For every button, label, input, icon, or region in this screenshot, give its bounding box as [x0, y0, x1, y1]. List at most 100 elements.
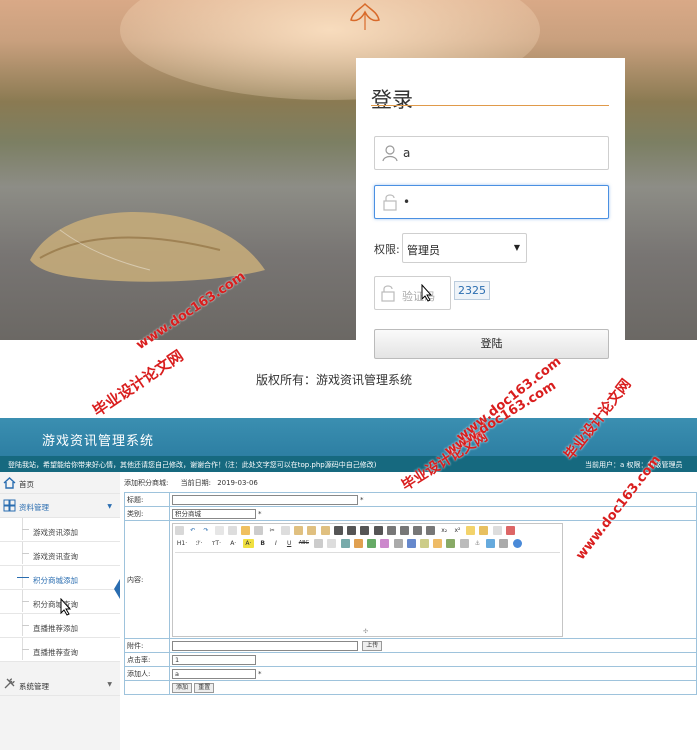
sidebar-item-game-news-add[interactable]: 游戏资讯添加 [0, 518, 120, 542]
outdent-icon[interactable] [426, 525, 436, 535]
password-value: • [403, 195, 411, 209]
font-family-icon[interactable]: ℱ· [193, 539, 205, 548]
code-block-icon[interactable] [459, 538, 469, 548]
underline-icon[interactable]: U [285, 539, 294, 548]
user-info: 当前用户：a 权限：超级管理员 [585, 460, 683, 470]
clicks-label: 点击率: [124, 652, 170, 667]
source-icon[interactable] [175, 525, 184, 535]
added-by-input[interactable]: a [172, 668, 256, 679]
undo-icon[interactable]: ↶ [188, 526, 197, 535]
username-field[interactable]: a [374, 136, 609, 170]
added-by-label: 添加人: [124, 666, 170, 681]
sidebar-item-data-management[interactable]: 资料管理 ▼ [0, 494, 120, 518]
captcha-field[interactable]: 验证码 [374, 276, 451, 310]
category-input[interactable]: 积分商城 [172, 508, 256, 519]
sidebar-item-live-recommend-add[interactable]: 直播推荐添加 [0, 614, 120, 638]
add-button[interactable]: 添加 [172, 682, 193, 693]
align-justify-icon[interactable] [373, 525, 383, 535]
redo-icon[interactable]: ↷ [201, 526, 210, 535]
highlight-color-icon[interactable]: A· [242, 538, 254, 548]
resize-handle-icon[interactable]: ✣ [363, 628, 368, 635]
butterfly-logo-icon [350, 2, 380, 30]
about-icon[interactable] [512, 538, 522, 548]
title-input[interactable] [172, 494, 358, 505]
role-select[interactable]: 管理员 ▼ [402, 233, 527, 263]
sidebar-item-home[interactable]: 首页 [0, 472, 120, 494]
superscript-icon[interactable]: x² [453, 526, 462, 535]
rich-text-editor[interactable]: ↶ ↷ ✂ x₂ x² H1· ℱ· тT· A· A· B I U ABC ⚓… [172, 522, 563, 637]
remove-format-icon[interactable] [327, 538, 337, 548]
cut-icon[interactable]: ✂ [268, 526, 277, 535]
indent-icon[interactable] [413, 525, 423, 535]
heading-icon[interactable]: H1· [175, 539, 189, 548]
date-label: 当前日期: [180, 479, 211, 487]
align-center-icon[interactable] [347, 525, 357, 535]
paste-text-icon[interactable] [307, 525, 317, 535]
select-all-icon[interactable] [479, 525, 489, 535]
chevron-down-icon: ▼ [107, 503, 112, 510]
copy-icon[interactable] [280, 525, 290, 535]
paste-icon[interactable] [294, 525, 304, 535]
multi-image-icon[interactable] [353, 538, 363, 548]
ordered-list-icon[interactable] [386, 525, 396, 535]
format-painter-icon[interactable] [314, 538, 324, 548]
link-icon[interactable] [486, 538, 496, 548]
align-left-icon[interactable] [333, 525, 343, 535]
sidebar-item-points-mall-add[interactable]: 积分商城添加 [0, 566, 120, 590]
tools-icon [4, 678, 15, 689]
login-screenshot: 登录 a • 权限: 管理员 ▼ 验证码 2325 登陆 版权所有：游戏资讯管理… [0, 0, 697, 400]
map-icon[interactable] [446, 538, 456, 548]
welcome-message: 登陆我站，希望能给你带来好心情，其他还请您自己修改，谢谢合作！(注：此处文字您可… [8, 461, 377, 469]
italic-icon[interactable]: I [271, 539, 280, 548]
content-label: 内容: [124, 520, 170, 639]
lock-icon [381, 285, 395, 302]
template-icon[interactable] [241, 525, 251, 535]
image-icon[interactable] [340, 538, 350, 548]
hr-icon[interactable] [419, 538, 429, 548]
font-size-icon[interactable]: тT· [209, 539, 223, 548]
pointer-icon[interactable] [492, 525, 502, 535]
anchor-icon[interactable]: ⚓ [473, 539, 482, 548]
reset-button[interactable]: 重置 [194, 682, 215, 693]
emoticon-icon[interactable] [433, 538, 443, 548]
copyright-text: 版权所有：游戏资讯管理系统 [256, 373, 413, 387]
font-color-icon[interactable]: A· [228, 539, 239, 548]
login-button[interactable]: 登陆 [374, 329, 609, 359]
date-value: 2019-03-06 [217, 479, 258, 487]
sidebar-item-live-recommend-query[interactable]: 直播推荐查询 [0, 638, 120, 662]
lock-icon [383, 194, 397, 211]
paste-word-icon[interactable] [320, 525, 330, 535]
clear-format-icon[interactable] [466, 525, 476, 535]
strikethrough-icon[interactable]: ABC [298, 539, 310, 548]
subscript-icon[interactable]: x₂ [440, 526, 449, 535]
align-right-icon[interactable] [360, 525, 370, 535]
media-icon[interactable] [380, 538, 390, 548]
code-icon[interactable] [254, 525, 264, 535]
active-indicator [114, 579, 120, 599]
preview-icon[interactable] [214, 525, 224, 535]
table-icon[interactable] [406, 538, 416, 548]
grid-icon [3, 499, 16, 512]
current-user: 当前用户：a [585, 461, 625, 469]
fullscreen-icon[interactable] [505, 525, 515, 535]
page-title: 添加积分商城: [124, 479, 169, 487]
upload-button[interactable]: 上传 [362, 640, 383, 651]
flash-icon[interactable] [367, 538, 377, 548]
dry-leaf-image [30, 212, 265, 282]
file-icon[interactable] [393, 538, 403, 548]
sidebar-item-system-management[interactable]: 系统管理 ▼ [0, 672, 120, 696]
unlink-icon[interactable] [499, 538, 509, 548]
captcha-image[interactable]: 2325 [454, 281, 490, 300]
bold-icon[interactable]: B [258, 539, 267, 548]
login-title: 登录 [371, 88, 413, 112]
unordered-list-icon[interactable] [399, 525, 409, 535]
password-field[interactable]: • [374, 185, 609, 219]
print-icon[interactable] [227, 525, 237, 535]
admin-screenshot: 游戏资讯管理系统 登陆我站，希望能给你带来好心情，其他还请您自己修改，谢谢合作！… [0, 418, 697, 750]
role-selected-value: 管理员 [407, 244, 440, 257]
clicks-input[interactable]: 1 [172, 654, 256, 665]
editor-text-area[interactable] [175, 551, 560, 630]
status-bar: 登陆我站，希望能给你带来好心情，其他还请您自己修改，谢谢合作！(注：此处文字您可… [0, 456, 697, 472]
attachment-input[interactable] [172, 640, 358, 651]
sidebar-item-game-news-query[interactable]: 游戏资讯查询 [0, 542, 120, 566]
